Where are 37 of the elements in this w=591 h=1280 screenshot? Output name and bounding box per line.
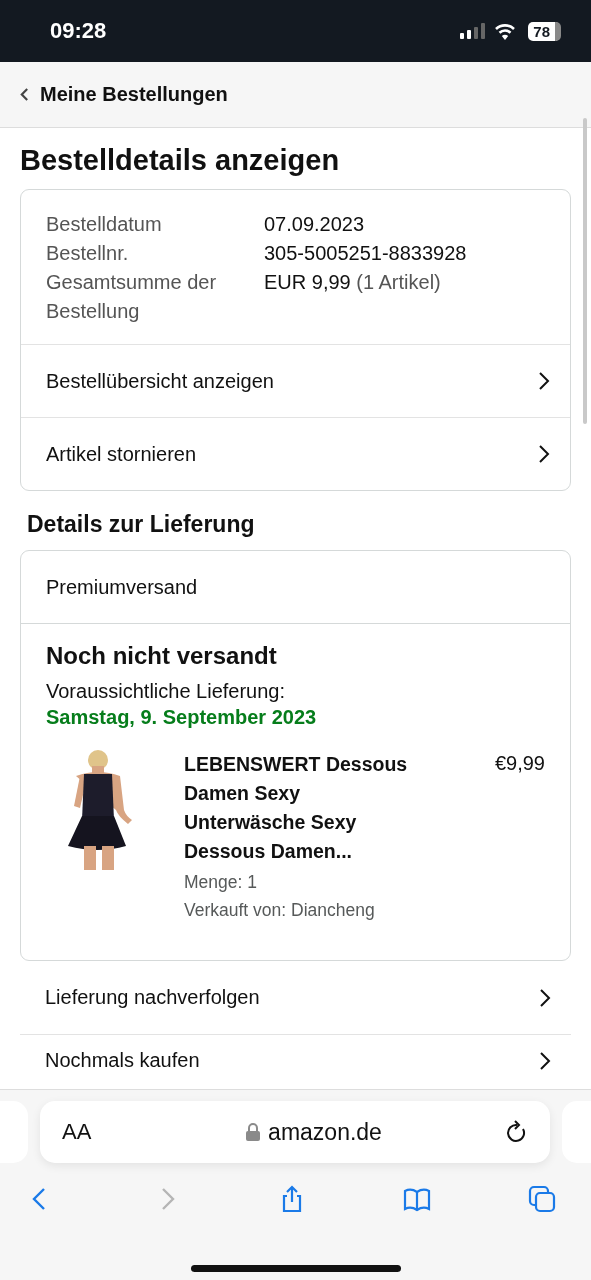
shipping-method: Premiumversand	[46, 575, 198, 599]
scrollbar[interactable]	[583, 118, 587, 424]
field-label: Bestellnr.	[46, 241, 130, 266]
delivery-estimate-label: Voraussichtliche Lieferung:	[46, 679, 287, 704]
chevron-left-icon	[20, 88, 29, 101]
back-link[interactable]: Meine Bestellungen	[20, 83, 228, 106]
tabs-icon[interactable]	[528, 1185, 556, 1213]
field-label: Bestelldatum	[46, 212, 163, 237]
wifi-icon	[494, 22, 517, 40]
delivery-date: Samstag, 9. September 2023	[46, 705, 318, 730]
lock-icon	[246, 1123, 261, 1141]
address-bar[interactable]: AA amazon.de	[40, 1101, 550, 1163]
battery-indicator: 78	[528, 21, 561, 41]
quantity-text: Menge: 1	[184, 871, 258, 894]
field-value: EUR 9,99 (1 Artikel)	[264, 270, 442, 295]
link-row[interactable]: Artikel stornieren	[21, 417, 570, 490]
clock-time: 09:28	[50, 18, 107, 44]
seller-text: Verkauft von: Diancheng	[184, 899, 376, 922]
link-row[interactable]: Bestellübersicht anzeigen	[21, 344, 570, 417]
shipment-status: Noch nicht versandt	[46, 642, 278, 670]
product-price: €9,99	[494, 751, 545, 776]
action-row[interactable]: Nochmals kaufen	[20, 1035, 571, 1074]
chevron-right-icon	[539, 1050, 551, 1071]
text-size-button[interactable]: AA	[62, 1119, 122, 1145]
chevron-right-icon	[538, 444, 550, 464]
url-text: amazon.de	[268, 1118, 382, 1146]
field-value: 305-5005251-8833928	[264, 241, 468, 266]
chevron-right-icon	[539, 987, 551, 1008]
action-row[interactable]: Lieferung nachverfolgen	[20, 961, 571, 1035]
section-heading: Details zur Lieferung	[27, 511, 256, 538]
field-label: Gesamtsumme der Bestellung	[46, 270, 218, 324]
signal-icon	[460, 23, 487, 39]
field-value: 07.09.2023	[264, 212, 366, 237]
product-title[interactable]: LEBENSWERT Dessous Damen Sexy Unterwäsche Sexy Dessous Damen...	[184, 750, 424, 866]
reload-icon[interactable]	[506, 1120, 528, 1144]
chevron-right-icon	[538, 371, 550, 391]
page-title: Bestelldetails anzeigen	[20, 144, 341, 177]
